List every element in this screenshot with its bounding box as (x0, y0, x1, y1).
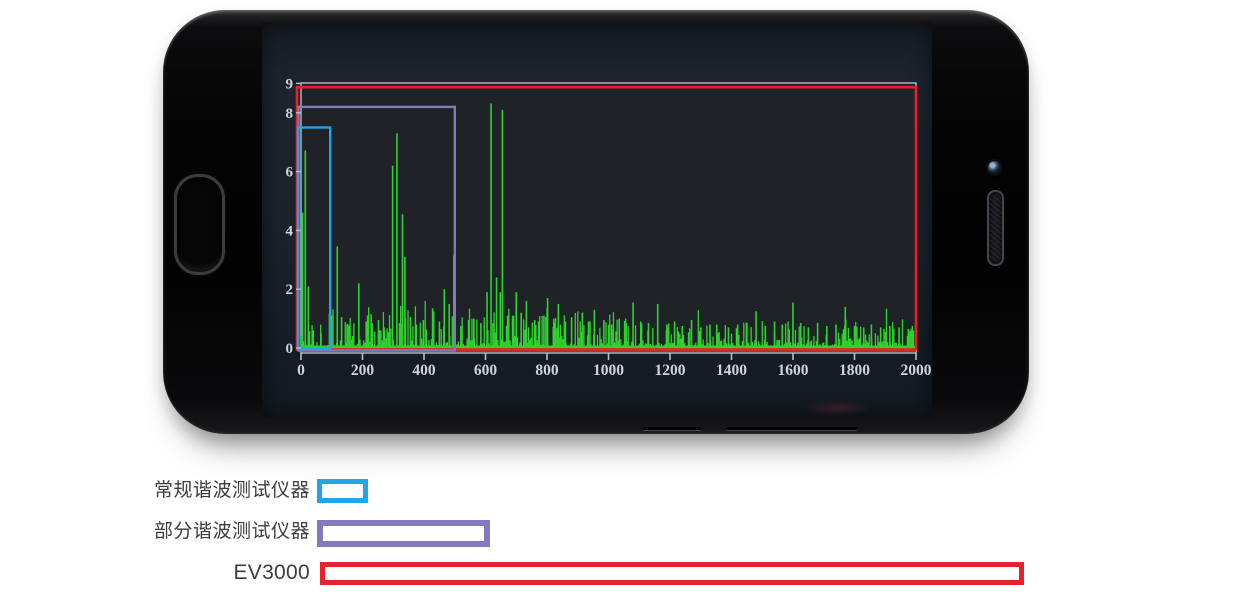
smartphone-frame: 0 200 400 600 800 1000 1200 1400 1600 1800 2000 0 2 4… (163, 10, 1029, 434)
side-button (643, 427, 701, 430)
svg-text:200: 200 (351, 362, 375, 379)
legend-label-partial-tester: 部分谐波测试仪器 (0, 520, 310, 544)
svg-text:2000: 2000 (901, 362, 932, 379)
earpiece-speaker-icon (987, 190, 1004, 266)
svg-text:1400: 1400 (716, 362, 747, 379)
svg-text:800: 800 (535, 362, 559, 379)
phone-screen: 0 200 400 600 800 1000 1200 1400 1600 1800 2000 0 2 4… (262, 22, 932, 418)
legend-swatch-conventional-tester (317, 479, 368, 503)
legend-swatch-partial-tester (317, 520, 490, 547)
legend-label-conventional-tester: 常规谐波测试仪器 (0, 479, 310, 503)
marketing-graphic: 0 200 400 600 800 1000 1200 1400 1600 1800 2000 0 2 4… (0, 0, 1240, 599)
side-button (726, 427, 857, 430)
svg-text:1200: 1200 (655, 362, 686, 379)
legend-swatch-ev3000 (320, 562, 1024, 585)
home-button (174, 174, 225, 275)
svg-text:0: 0 (286, 341, 294, 357)
svg-text:9: 9 (286, 76, 294, 92)
svg-text:600: 600 (474, 362, 498, 379)
svg-text:1000: 1000 (593, 362, 624, 379)
screen-reflection (802, 400, 872, 416)
svg-text:400: 400 (412, 362, 436, 379)
harmonic-spectrum-chart: 0 200 400 600 800 1000 1200 1400 1600 1800 2000 0 2 4… (262, 22, 932, 418)
svg-text:6: 6 (286, 165, 294, 181)
legend-label-ev3000: EV3000 (0, 560, 310, 586)
svg-text:1600: 1600 (778, 362, 809, 379)
svg-text:8: 8 (286, 106, 294, 122)
svg-text:0: 0 (297, 362, 305, 379)
svg-text:4: 4 (286, 223, 294, 239)
front-camera-icon (988, 161, 1001, 174)
svg-text:1800: 1800 (839, 362, 870, 379)
svg-text:2: 2 (286, 282, 294, 298)
